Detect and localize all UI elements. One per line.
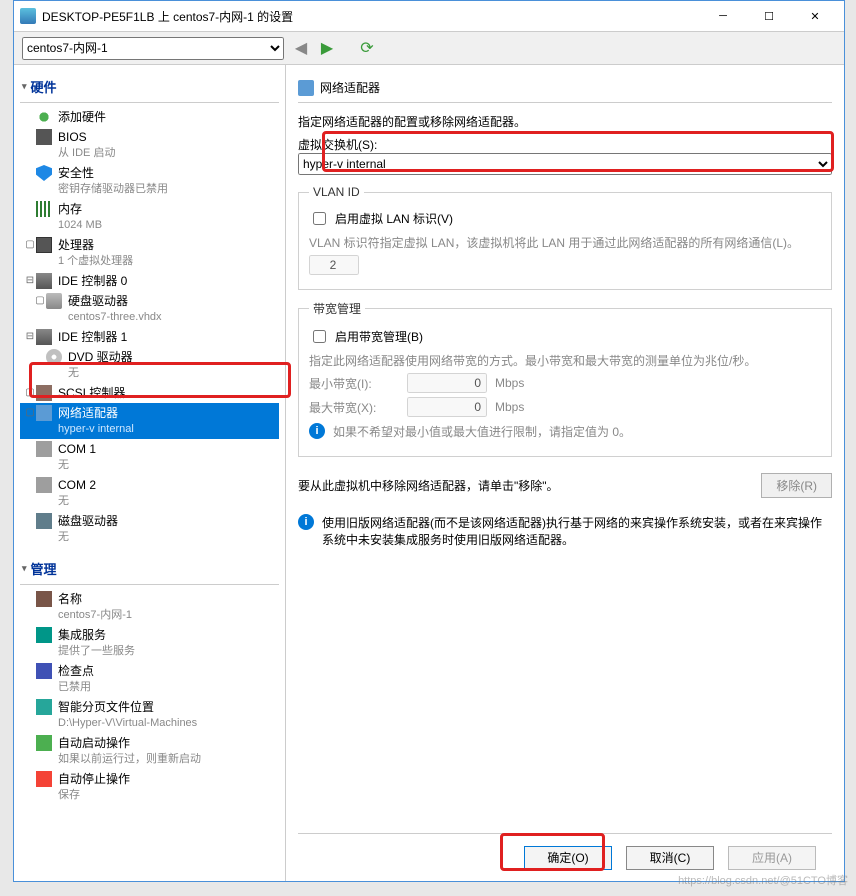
unit-label: Mbps xyxy=(495,400,524,414)
bandwidth-enable-checkbox[interactable] xyxy=(313,330,326,343)
bios-icon xyxy=(36,129,52,145)
cancel-button[interactable]: 取消(C) xyxy=(626,846,714,870)
vlan-legend: VLAN ID xyxy=(309,185,364,199)
item-hdd[interactable]: ▢硬盘驱动器centos7-three.vhdx xyxy=(20,291,279,327)
content-header: 网络适配器 xyxy=(298,75,832,103)
bandwidth-fieldset: 带宽管理 启用带宽管理(B) 指定此网络适配器使用网络带宽的方式。最小带宽和最大… xyxy=(298,300,832,457)
max-bw-input[interactable] xyxy=(407,397,487,417)
cpu-icon xyxy=(36,237,52,253)
shield-icon xyxy=(36,165,52,181)
sidebar: ▾硬件 添加硬件 BIOS从 IDE 启动 安全性密钥存储驱动器已禁用 内存10… xyxy=(14,65,286,881)
remove-button[interactable]: 移除(R) xyxy=(761,473,832,498)
ide-icon xyxy=(36,273,52,289)
maximize-button[interactable]: ☐ xyxy=(746,2,792,30)
toolbar: centos7-内网-1 ◀ ▶ ⟳ xyxy=(14,31,844,65)
content-panel: 网络适配器 指定网络适配器的配置或移除网络适配器。 虚拟交换机(S): hype… xyxy=(286,65,844,881)
vlan-enable-checkbox[interactable] xyxy=(313,212,326,225)
content-description: 指定网络适配器的配置或移除网络适配器。 xyxy=(298,103,832,136)
button-bar: 确定(O) 取消(C) 应用(A) xyxy=(298,833,832,881)
back-button[interactable]: ◀ xyxy=(292,39,310,57)
vlan-enable-label: 启用虚拟 LAN 标识(V) xyxy=(335,210,453,227)
stop-icon xyxy=(36,771,52,787)
vswitch-label: 虚拟交换机(S): xyxy=(298,136,832,153)
ok-button[interactable]: 确定(O) xyxy=(524,846,612,870)
unit-label: Mbps xyxy=(495,376,524,390)
max-bw-label: 最大带宽(X): xyxy=(309,399,399,416)
item-ide1[interactable]: ⊟IDE 控制器 1 xyxy=(20,327,279,347)
start-icon xyxy=(36,735,52,751)
item-auto-stop[interactable]: 自动停止操作保存 xyxy=(20,769,279,805)
min-bw-input[interactable] xyxy=(407,373,487,393)
app-icon xyxy=(20,8,36,24)
item-cpu[interactable]: ▢处理器1 个虚拟处理器 xyxy=(20,235,279,271)
item-com2[interactable]: COM 2无 xyxy=(20,475,279,511)
content-title: 网络适配器 xyxy=(320,79,380,96)
item-integration-services[interactable]: 集成服务提供了一些服务 xyxy=(20,625,279,661)
bandwidth-tip: 如果不希望对最小值或最大值进行限制，请指定值为 0。 xyxy=(333,423,631,440)
item-add-hardware[interactable]: 添加硬件 xyxy=(20,107,279,127)
hardware-section: ▾硬件 xyxy=(20,73,279,103)
item-bios[interactable]: BIOS从 IDE 启动 xyxy=(20,127,279,163)
services-icon xyxy=(36,627,52,643)
bandwidth-enable-label: 启用带宽管理(B) xyxy=(335,328,423,345)
paging-icon xyxy=(36,699,52,715)
vlan-id-input[interactable] xyxy=(309,255,359,275)
window-title: DESKTOP-PE5F1LB 上 centos7-内网-1 的设置 xyxy=(42,8,700,25)
item-security[interactable]: 安全性密钥存储驱动器已禁用 xyxy=(20,163,279,199)
item-auto-start[interactable]: 自动启动操作如果以前运行过，则重新启动 xyxy=(20,733,279,769)
vlan-hint: VLAN 标识符指定虚拟 LAN，该虚拟机将此 LAN 用于通过此网络适配器的所… xyxy=(309,234,821,251)
item-name[interactable]: 名称centos7-内网-1 xyxy=(20,589,279,625)
vm-selector[interactable]: centos7-内网-1 xyxy=(22,37,284,60)
name-icon xyxy=(36,591,52,607)
apply-button[interactable]: 应用(A) xyxy=(728,846,816,870)
item-checkpoints[interactable]: 检查点已禁用 xyxy=(20,661,279,697)
legacy-info: 使用旧版网络适配器(而不是该网络适配器)执行基于网络的来宾操作系统安装，或者在来… xyxy=(322,514,832,548)
item-smart-paging[interactable]: 智能分页文件位置D:\Hyper-V\Virtual-Machines xyxy=(20,697,279,733)
com-icon xyxy=(36,441,52,457)
item-memory[interactable]: 内存1024 MB xyxy=(20,199,279,235)
management-section: ▾管理 xyxy=(20,555,279,585)
info-icon: i xyxy=(309,423,325,439)
add-icon xyxy=(36,109,52,125)
item-ide0[interactable]: ⊟IDE 控制器 0 xyxy=(20,271,279,291)
remove-text: 要从此虚拟机中移除网络适配器，请单击"移除"。 xyxy=(298,477,559,494)
item-floppy[interactable]: 磁盘驱动器无 xyxy=(20,511,279,547)
min-bw-label: 最小带宽(I): xyxy=(309,375,399,392)
settings-window: DESKTOP-PE5F1LB 上 centos7-内网-1 的设置 ─ ☐ ✕… xyxy=(13,0,845,882)
dvd-icon xyxy=(46,349,62,365)
bandwidth-hint: 指定此网络适配器使用网络带宽的方式。最小带宽和最大带宽的测量单位为兆位/秒。 xyxy=(309,352,821,369)
com-icon xyxy=(36,477,52,493)
network-icon xyxy=(36,405,52,421)
item-com1[interactable]: COM 1无 xyxy=(20,439,279,475)
vlan-fieldset: VLAN ID 启用虚拟 LAN 标识(V) VLAN 标识符指定虚拟 LAN，… xyxy=(298,185,832,290)
vswitch-field: 虚拟交换机(S): hyper-v internal xyxy=(298,136,832,181)
checkpoint-icon xyxy=(36,663,52,679)
minimize-button[interactable]: ─ xyxy=(700,2,746,30)
close-button[interactable]: ✕ xyxy=(792,2,838,30)
bandwidth-legend: 带宽管理 xyxy=(309,300,365,317)
item-scsi[interactable]: ▢SCSI 控制器 xyxy=(20,383,279,403)
info-icon: i xyxy=(298,514,314,530)
item-network-adapter[interactable]: ▢网络适配器hyper-v internal xyxy=(20,403,279,439)
disk-icon xyxy=(46,293,62,309)
ide-icon xyxy=(36,329,52,345)
scsi-icon xyxy=(36,385,52,401)
network-icon xyxy=(298,80,314,96)
memory-icon xyxy=(36,201,52,217)
item-dvd[interactable]: DVD 驱动器无 xyxy=(20,347,279,383)
floppy-icon xyxy=(36,513,52,529)
titlebar: DESKTOP-PE5F1LB 上 centos7-内网-1 的设置 ─ ☐ ✕ xyxy=(14,1,844,31)
refresh-button[interactable]: ⟳ xyxy=(358,39,376,57)
forward-button[interactable]: ▶ xyxy=(318,39,336,57)
vswitch-select[interactable]: hyper-v internal xyxy=(298,153,832,175)
